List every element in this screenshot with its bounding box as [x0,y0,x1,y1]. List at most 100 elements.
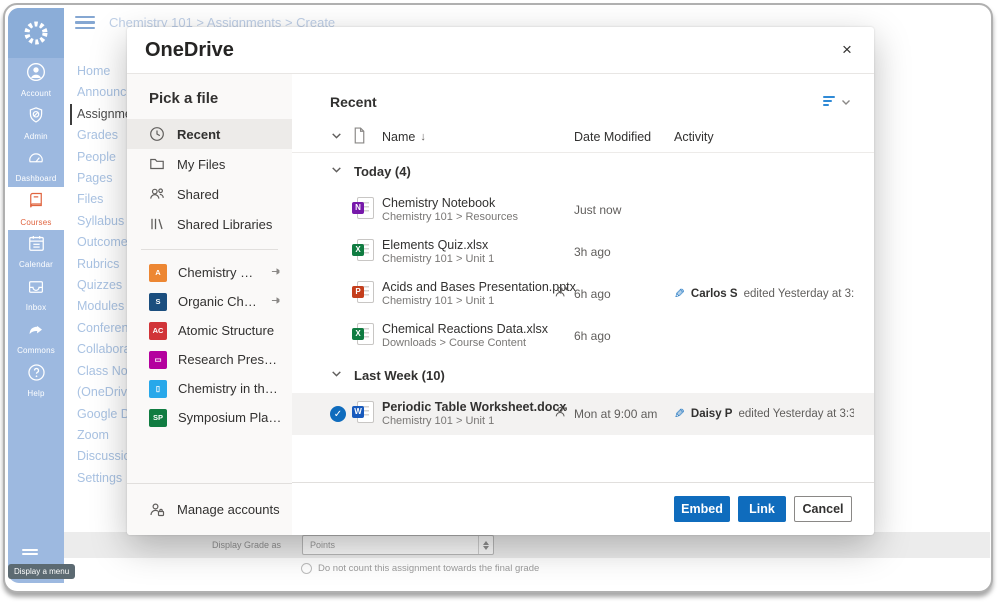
file-name: Acids and Bases Presentation.pptx [382,280,554,295]
edit-pencil-icon: ✎ [674,406,685,422]
canvas-logo-icon[interactable] [8,8,64,58]
global-nav-commons[interactable]: Commons [8,316,64,359]
clock-icon [149,126,165,142]
list-toolbar: Recent [292,74,874,110]
column-name[interactable]: Name ↓ [382,130,554,144]
file-activity: ✎Daisy P edited Yesterday at 3:30pm [674,406,854,422]
final-grade-checkbox[interactable] [301,563,312,574]
modal-header: OneDrive × [127,27,874,74]
file-path: Chemistry 101 > Unit 1 [382,295,554,308]
file-date-modified: Mon at 9:00 am [574,407,674,421]
site-symposium-planning[interactable]: SP Symposium Planning [127,403,292,432]
picker-nav-shared[interactable]: Shared [127,179,292,209]
column-activity[interactable]: Activity [674,130,854,144]
sort-control[interactable] [823,96,852,108]
file-row[interactable]: P Acids and Bases Presentation.pptxChemi… [292,273,874,315]
file-name: Periodic Table Worksheet.docx [382,400,554,415]
close-icon[interactable]: × [834,37,860,63]
pin-icon[interactable] [271,265,282,280]
picker-sidebar: Pick a file RecentMy FilesSharedShared L… [127,74,292,535]
file-activity: ✎Carlos S edited Yesterday at 3:30pm [674,286,854,302]
select-stepper-icon [478,536,493,554]
file-name: Chemical Reactions Data.xlsx [382,322,554,337]
display-grade-label: Display Grade as [212,540,281,550]
sort-icon [823,96,835,108]
tooltip-text: Display a menu [8,564,75,579]
app-window: Chemistry 101 > Assignments > Create Hom… [3,3,993,593]
file-list-pane: Recent Name ↓ Da [292,74,874,535]
file-date-modified: Just now [574,203,674,217]
avatar-icon [26,62,46,87]
global-nav-account[interactable]: Account [8,58,64,101]
embed-button[interactable]: Embed [674,496,730,522]
group-label: Last Week (10) [354,368,554,383]
group-label: Today (4) [354,164,554,179]
display-grade-row: Display Grade as Points [64,532,990,558]
picker-nav-my-files[interactable]: My Files [127,149,292,179]
global-nav-admin[interactable]: Admin [8,101,64,144]
file-path: Chemistry 101 > Unit 1 [382,253,554,266]
site-research-presentation[interactable]: ▭ Research Presentation... [127,345,292,374]
file-row[interactable]: ✓ W Periodic Table Worksheet.docxChemist… [292,393,874,435]
file-row[interactable]: X Chemical Reactions Data.xlsxDownloads … [292,315,874,357]
group-header-row[interactable]: Last Week (10) [292,357,874,393]
inbox-icon [26,278,46,301]
site-atomic-structure[interactable]: AC Atomic Structure [127,316,292,345]
site-chemistry-101[interactable]: A Chemistry 101 [127,258,292,287]
shield-icon [27,105,45,130]
collapse-menu-icon[interactable] [22,549,38,559]
display-grade-select[interactable]: Points [302,535,494,555]
modal-title: OneDrive [145,39,834,62]
site-chemistry-in-the-media[interactable]: ▯ Chemistry in the Media [127,374,292,403]
site-logo-icon: AC [149,322,167,340]
onedrive-modal: OneDrive × Pick a file RecentMy FilesSha… [127,27,874,535]
site-logo-icon: SP [149,409,167,427]
header-chevron-down-icon[interactable] [330,129,352,145]
help-icon [27,363,46,387]
picker-heading: Pick a file [149,90,292,107]
file-name: Chemistry Notebook [382,196,554,211]
site-logo-icon: A [149,264,167,282]
manage-accounts-button[interactable]: Manage accounts [127,483,292,535]
display-menu-tooltip: Display a menu [8,549,75,579]
picker-nav-recent[interactable]: Recent [127,119,292,149]
group-chevron-down-icon[interactable] [330,163,352,179]
table-header: Name ↓ Date Modified Activity [292,122,874,153]
modal-body: Pick a file RecentMy FilesSharedShared L… [127,74,874,535]
group-header-row[interactable]: Today (4) [292,153,874,189]
selected-check-icon[interactable]: ✓ [330,406,346,422]
pin-icon[interactable] [271,294,282,309]
global-nav-inbox[interactable]: Inbox [8,273,64,316]
file-path: Chemistry 101 > Resources [382,211,554,224]
person-settings-icon [149,502,165,518]
site-logo-icon: ▭ [149,351,167,369]
final-grade-checkbox-label: Do not count this assignment towards the… [318,563,539,574]
column-date-modified[interactable]: Date Modified [574,130,674,144]
shared-people-icon [554,286,568,303]
site-organic-chem-club[interactable]: S Organic Chem Club [127,287,292,316]
file-row[interactable]: X Elements Quiz.xlsxChemistry 101 > Unit… [292,231,874,273]
site-logo-icon: S [149,293,167,311]
commons-icon [26,321,46,344]
book-icon [27,191,45,216]
file-date-modified: 6h ago [574,287,674,301]
global-nav-dashboard[interactable]: Dashboard [8,144,64,187]
group-chevron-down-icon[interactable] [330,367,352,383]
powerpoint-file-icon: P [352,280,374,304]
global-nav-help[interactable]: Help [8,359,64,402]
hamburger-icon[interactable] [75,16,95,30]
global-nav-calendar[interactable]: Calendar [8,230,64,273]
link-button[interactable]: Link [738,496,786,522]
global-nav-courses[interactable]: Courses [8,187,64,230]
final-grade-checkbox-row: Do not count this assignment towards the… [301,563,539,574]
file-date-modified: 6h ago [574,329,674,343]
file-row[interactable]: N Chemistry NotebookChemistry 101 > Reso… [292,189,874,231]
shared-people-icon [554,406,568,423]
display-grade-value: Points [303,540,478,550]
manage-accounts-label: Manage accounts [177,502,280,517]
cancel-button[interactable]: Cancel [794,496,852,522]
onenote-file-icon: N [352,196,374,220]
list-heading: Recent [330,94,823,110]
people-icon [149,186,165,202]
picker-nav-shared-libraries[interactable]: Shared Libraries [127,209,292,239]
